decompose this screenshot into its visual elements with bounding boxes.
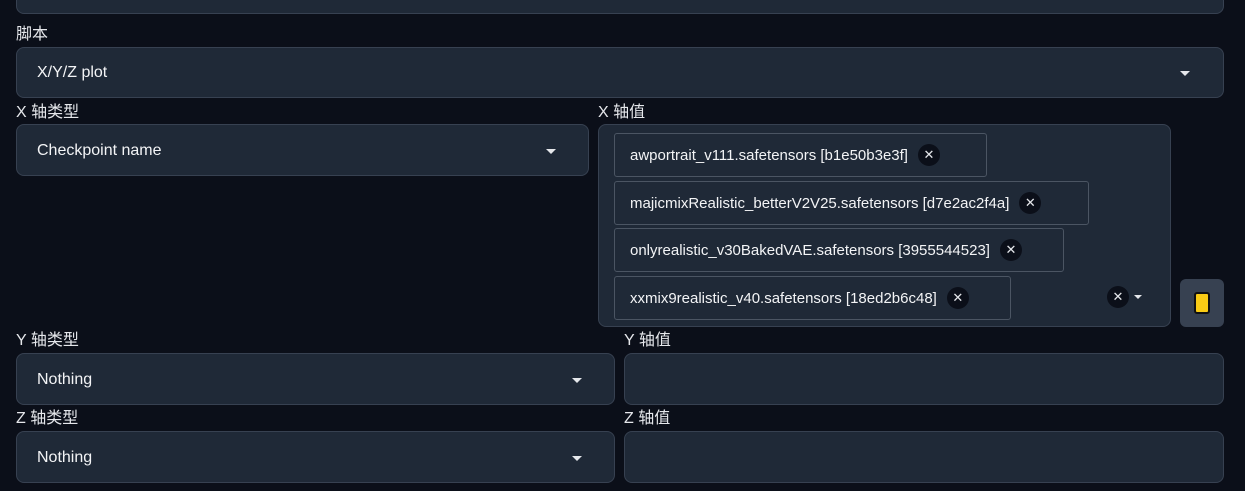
close-icon[interactable]: ✕ <box>917 144 940 166</box>
chevron-down-icon <box>546 149 556 154</box>
y-axis-type-dropdown[interactable]: Nothing <box>16 353 615 405</box>
previous-panel <box>16 0 1224 14</box>
script-dropdown[interactable]: X/Y/Z plot <box>16 47 1224 98</box>
chevron-down-icon[interactable] <box>1134 295 1142 299</box>
chevron-down-icon <box>572 378 582 383</box>
y-axis-type-value: Nothing <box>37 371 93 388</box>
z-axis-values-label: Z 轴值 <box>624 410 671 427</box>
x-axis-type-label: X 轴类型 <box>16 104 80 121</box>
x-axis-value-tag: awportrait_v111.safetensors [b1e50b3e3f]… <box>614 133 987 177</box>
y-axis-type-label: Y 轴类型 <box>16 332 79 349</box>
z-axis-type-value: Nothing <box>37 449 93 466</box>
chevron-down-icon <box>572 456 582 461</box>
close-icon[interactable]: ✕ <box>999 239 1022 261</box>
tag-label: majicmixRealistic_betterV2V25.safetensor… <box>630 194 1010 212</box>
x-axis-value-tag: xxmix9realistic_v40.safetensors [18ed2b6… <box>614 276 1011 320</box>
y-axis-values-input[interactable] <box>624 353 1224 405</box>
x-axis-value-tag: majicmixRealistic_betterV2V25.safetensor… <box>614 181 1089 225</box>
tag-label: xxmix9realistic_v40.safetensors [18ed2b6… <box>630 289 937 307</box>
close-icon[interactable]: ✕ <box>946 287 969 309</box>
tag-label: onlyrealistic_v30BakedVAE.safetensors [3… <box>630 241 990 259</box>
script-label: 脚本 <box>16 26 49 43</box>
close-icon[interactable]: ✕ <box>1019 192 1042 214</box>
x-axis-values-label: X 轴值 <box>598 104 646 121</box>
clear-all-close-icon[interactable]: ✕ <box>1107 286 1129 308</box>
script-dropdown-value: X/Y/Z plot <box>37 64 108 81</box>
card-file-icon <box>1194 292 1210 314</box>
x-axis-values-multiselect[interactable]: awportrait_v111.safetensors [b1e50b3e3f]… <box>598 124 1171 327</box>
chevron-down-icon <box>1180 71 1190 76</box>
z-axis-type-dropdown[interactable]: Nothing <box>16 431 615 483</box>
z-axis-values-input[interactable] <box>624 431 1224 483</box>
tag-label: awportrait_v111.safetensors [b1e50b3e3f] <box>630 146 908 164</box>
card-file-button[interactable] <box>1180 279 1224 327</box>
y-axis-values-label: Y 轴值 <box>624 332 671 349</box>
x-axis-value-tag: onlyrealistic_v30BakedVAE.safetensors [3… <box>614 228 1064 272</box>
x-axis-type-dropdown[interactable]: Checkpoint name <box>16 124 589 176</box>
x-axis-type-value: Checkpoint name <box>37 142 162 159</box>
z-axis-type-label: Z 轴类型 <box>16 410 79 427</box>
